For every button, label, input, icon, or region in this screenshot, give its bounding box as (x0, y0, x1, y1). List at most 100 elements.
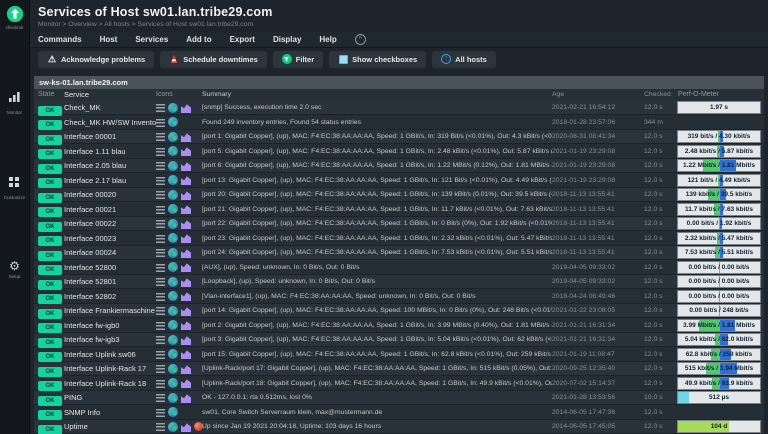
service-graph-icon[interactable] (181, 103, 191, 113)
service-graph-icon[interactable] (181, 219, 191, 229)
service-graph-icon[interactable] (181, 204, 191, 214)
service-details-globe-icon[interactable] (168, 161, 178, 171)
service-graph-icon[interactable] (181, 393, 191, 403)
service-link[interactable]: Interface 00024 (64, 248, 156, 257)
service-graph-icon[interactable] (181, 146, 191, 156)
service-details-globe-icon[interactable] (168, 335, 178, 345)
service-details-globe-icon[interactable] (168, 103, 178, 113)
service-link[interactable]: Interface Uplink-Rack 17 (64, 364, 156, 373)
service-menu-icon[interactable] (156, 235, 165, 243)
sidebar-item-setup[interactable]: ⚙ Setup (9, 260, 21, 279)
service-menu-icon[interactable] (156, 322, 165, 330)
column-header-state[interactable]: State (34, 91, 64, 98)
service-menu-icon[interactable] (156, 133, 165, 141)
service-details-globe-icon[interactable] (168, 219, 178, 229)
service-menu-icon[interactable] (156, 191, 165, 199)
service-graph-icon[interactable] (181, 291, 191, 301)
perf-o-meter[interactable]: 0.00 bit/s / 248 bit/s (678, 305, 760, 316)
service-link[interactable]: Check_MK HW/SW Inventory (64, 118, 156, 127)
service-graph-icon[interactable] (181, 349, 191, 359)
sidebar-item-customize[interactable]: Customize (4, 175, 25, 200)
service-link[interactable]: Interface Uplink sw06 (64, 350, 156, 359)
perf-o-meter[interactable]: 319 bit/s / 4.30 kbit/s (678, 131, 760, 142)
service-menu-icon[interactable] (156, 293, 165, 301)
perf-o-meter[interactable]: 139 kbit/s / 39.5 kbit/s (678, 189, 760, 200)
perf-o-meter[interactable]: 0.00 bit/s / 0.00 bit/s (678, 291, 760, 302)
service-details-globe-icon[interactable] (168, 393, 178, 403)
service-graph-icon[interactable] (181, 132, 191, 142)
service-details-globe-icon[interactable] (168, 262, 178, 272)
service-details-globe-icon[interactable] (168, 306, 178, 316)
service-link[interactable]: Interface Uplink-Rack 18 (64, 379, 156, 388)
service-link[interactable]: Interface 52801 (64, 277, 156, 286)
menu-display[interactable]: Display (273, 35, 301, 44)
service-details-globe-icon[interactable] (168, 204, 178, 214)
menu-commands[interactable]: Commands (38, 35, 82, 44)
service-details-globe-icon[interactable] (168, 233, 178, 243)
perf-o-meter[interactable]: 1.97 s (678, 102, 760, 113)
service-graph-icon[interactable] (181, 335, 191, 345)
perf-o-meter[interactable]: 512 µs (678, 392, 760, 403)
service-menu-icon[interactable] (156, 119, 165, 127)
menu-host[interactable]: Host (100, 35, 118, 44)
service-graph-icon[interactable] (181, 161, 191, 171)
service-graph-icon[interactable] (181, 248, 191, 258)
service-menu-icon[interactable] (156, 365, 165, 373)
schedule-downtimes-button[interactable]: Schedule downtimes (160, 51, 267, 68)
service-details-globe-icon[interactable] (168, 422, 178, 432)
service-graph-icon[interactable] (181, 320, 191, 330)
column-header-service[interactable]: Service (64, 90, 156, 99)
service-link[interactable]: Uptime (64, 422, 156, 431)
service-menu-icon[interactable] (156, 336, 165, 344)
service-graph-icon[interactable] (181, 175, 191, 185)
service-link[interactable]: Interface fw-igb3 (64, 335, 156, 344)
service-details-globe-icon[interactable] (168, 190, 178, 200)
service-details-globe-icon[interactable] (168, 349, 178, 359)
column-header-age[interactable]: Age (552, 91, 644, 98)
service-link[interactable]: Interface fw-igb0 (64, 321, 156, 330)
filter-button[interactable]: Filter (273, 51, 323, 68)
service-link[interactable]: Check_MK (64, 103, 156, 112)
service-graph-icon[interactable] (181, 422, 191, 432)
service-details-globe-icon[interactable] (168, 146, 178, 156)
menu-export[interactable]: Export (230, 35, 255, 44)
service-menu-icon[interactable] (156, 307, 165, 315)
service-menu-icon[interactable] (156, 177, 165, 185)
column-header-icons[interactable]: Icons (156, 91, 202, 98)
perf-o-meter[interactable]: 11.7 kbit/s / 7.63 kbit/s (678, 204, 760, 215)
service-menu-icon[interactable] (156, 394, 165, 402)
service-link[interactable]: Interface 2.05 blau (64, 161, 156, 170)
service-link[interactable]: Interface 52800 (64, 263, 156, 272)
sidebar-item-monitor[interactable]: Monitor (7, 90, 22, 115)
service-menu-icon[interactable] (156, 409, 165, 417)
service-menu-icon[interactable] (156, 148, 165, 156)
service-graph-icon[interactable] (181, 364, 191, 374)
service-details-globe-icon[interactable] (168, 117, 178, 127)
service-menu-icon[interactable] (156, 423, 165, 431)
perf-o-meter[interactable]: 0.00 bit/s / 1.92 kbit/s (678, 218, 760, 229)
column-header-checked[interactable]: Checked (644, 91, 678, 98)
service-menu-icon[interactable] (156, 104, 165, 112)
service-link[interactable]: Interface 52802 (64, 292, 156, 301)
service-details-globe-icon[interactable] (168, 320, 178, 330)
show-checkboxes-button[interactable]: Show checkboxes (329, 51, 426, 68)
menu-services[interactable]: Services (135, 35, 168, 44)
acknowledge-problems-button[interactable]: ⚠ Acknowledge problems (38, 51, 154, 68)
service-menu-icon[interactable] (156, 249, 165, 257)
service-menu-icon[interactable] (156, 278, 165, 286)
service-link[interactable]: Interface 00021 (64, 205, 156, 214)
service-link[interactable]: Interface 00001 (64, 132, 156, 141)
all-hosts-button[interactable]: ↑ All hosts (432, 51, 496, 68)
column-header-perf-o-meter[interactable]: Perf-O-Meter (678, 91, 764, 98)
menu-add-to[interactable]: Add to (186, 35, 211, 44)
host-header-link[interactable]: sw-ks-01.lan.tribe29.com (34, 76, 764, 89)
service-details-globe-icon[interactable] (168, 378, 178, 388)
column-header-summary[interactable]: Summary (202, 91, 552, 98)
service-details-globe-icon[interactable] (168, 407, 178, 417)
perf-o-meter[interactable]: 2.32 kbit/s / 5.47 kbit/s (678, 233, 760, 244)
service-link[interactable]: Interface Frankiermaschine (64, 306, 156, 315)
service-details-globe-icon[interactable] (168, 248, 178, 258)
service-menu-icon[interactable] (156, 206, 165, 214)
service-link[interactable]: SNMP Info (64, 408, 156, 417)
service-details-globe-icon[interactable] (168, 277, 178, 287)
